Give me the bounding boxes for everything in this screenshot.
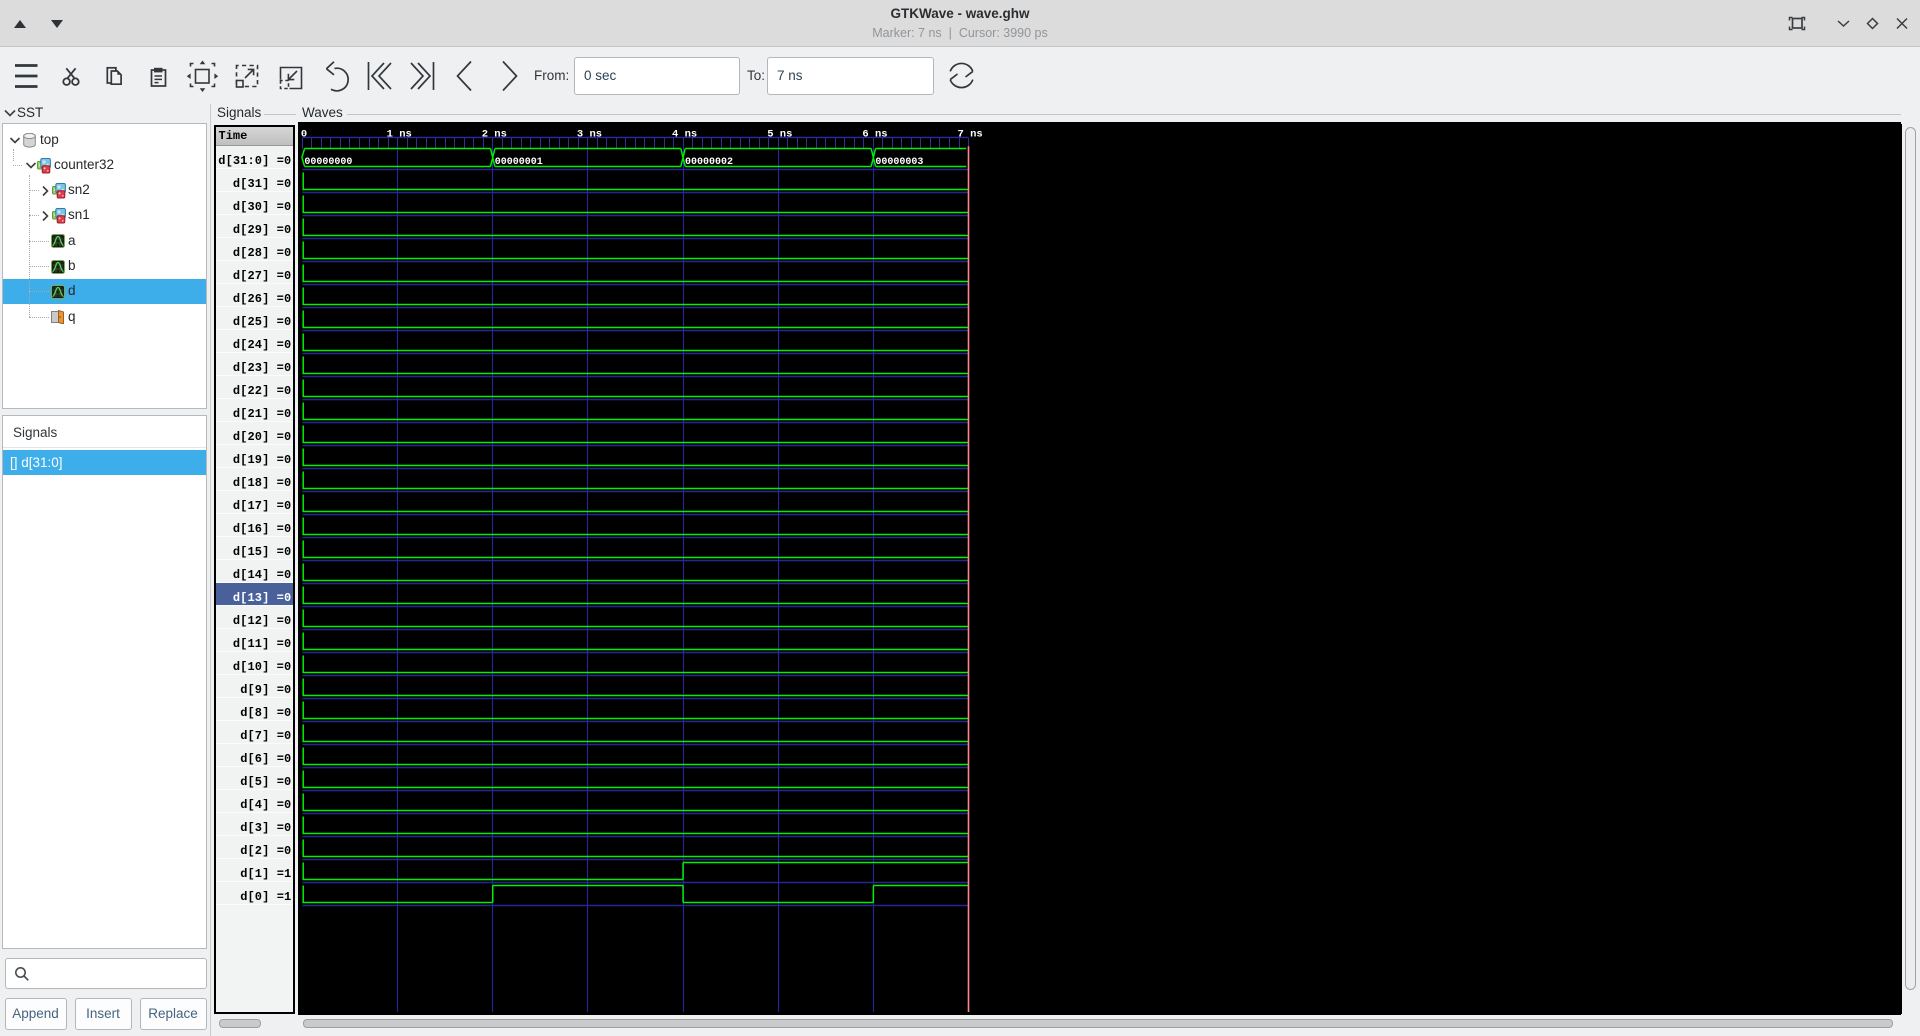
svg-text:5 ns: 5 ns (767, 128, 792, 140)
svg-text:6 ns: 6 ns (862, 128, 887, 140)
svg-text:00000000: 00000000 (304, 157, 352, 168)
svg-text:00000003: 00000003 (875, 157, 923, 168)
svg-text:3 ns: 3 ns (576, 128, 601, 140)
svg-text:7 ns: 7 ns (957, 128, 982, 140)
svg-text:2 ns: 2 ns (481, 128, 506, 140)
svg-text:00000002: 00000002 (685, 157, 733, 168)
svg-text:00000001: 00000001 (494, 157, 542, 168)
svg-text:4 ns: 4 ns (672, 128, 697, 140)
svg-text:0: 0 (300, 128, 306, 140)
svg-text:1 ns: 1 ns (386, 128, 411, 140)
